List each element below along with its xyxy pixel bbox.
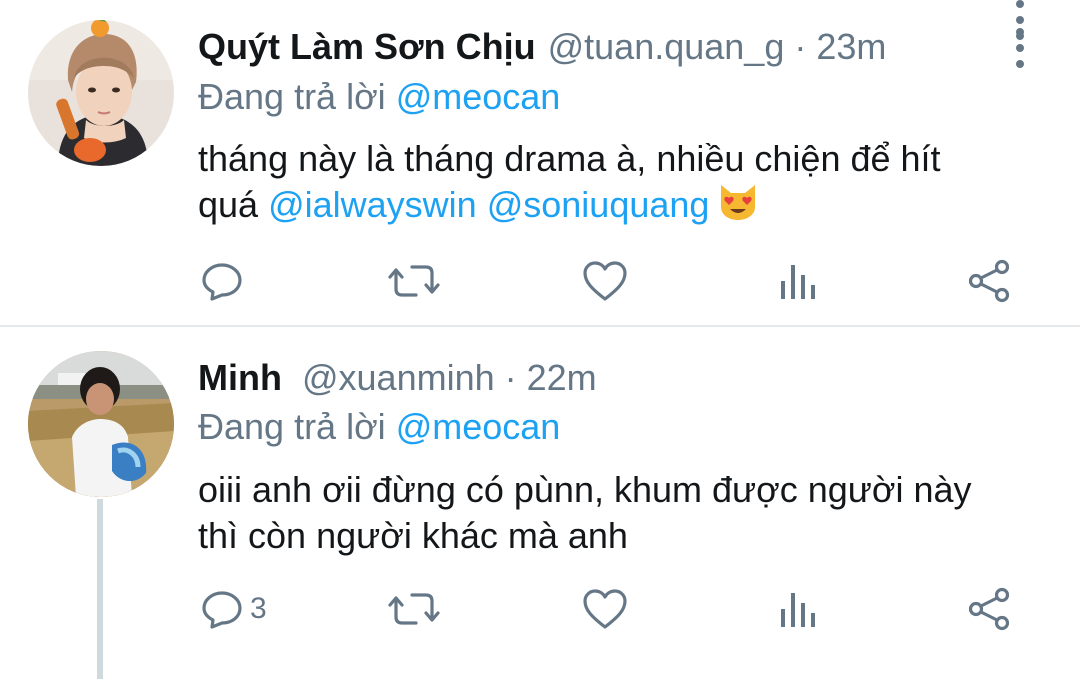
like-button[interactable] xyxy=(582,256,628,306)
tweet-text: oiii anh ơii đừng có pùnn, khum được ngư… xyxy=(198,467,1058,559)
share-icon xyxy=(966,259,1012,303)
author-handle[interactable]: @tuan.quan_g xyxy=(548,22,785,72)
author-name[interactable]: Quýt Làm Sơn Chịu xyxy=(198,22,536,72)
mention-link[interactable]: @soniuquang xyxy=(487,184,710,225)
reply-button[interactable] xyxy=(200,256,244,306)
retweet-button[interactable] xyxy=(388,584,440,634)
replying-prefix: Đang trả lời xyxy=(198,76,386,117)
tweet-header: Minh @xuanminh · 22m xyxy=(198,353,597,403)
timestamp[interactable]: 22m xyxy=(527,353,597,403)
replying-to: Đang trả lời @meocan xyxy=(198,402,560,452)
separator-dot: · xyxy=(794,26,807,67)
more-options-icon[interactable] xyxy=(1010,0,1030,40)
analytics-button[interactable] xyxy=(778,584,816,634)
retweet-icon xyxy=(388,259,440,303)
reply-icon xyxy=(200,259,244,303)
tweet-text-line: thì còn người khác mà anh xyxy=(198,515,628,556)
tweet-text-line: oiii anh ơii đừng có pùnn, khum được ngư… xyxy=(198,469,972,510)
mention-link[interactable]: @ialwayswin xyxy=(268,184,477,225)
retweet-button[interactable] xyxy=(388,256,440,306)
share-icon xyxy=(966,587,1012,631)
replying-to: Đang trả lời @meocan xyxy=(198,72,560,122)
retweet-icon xyxy=(388,587,440,631)
replying-mention[interactable]: @meocan xyxy=(396,406,561,447)
action-bar xyxy=(0,256,1080,306)
tweet-1[interactable]: Quýt Làm Sơn Chịu @tuan.quan_g · 23m Đan… xyxy=(0,0,1080,326)
timestamp[interactable]: 23m xyxy=(816,22,886,72)
avatar[interactable] xyxy=(28,20,174,166)
tweet-text-line: tháng này là tháng drama à, nhiều chiện … xyxy=(198,138,941,179)
tweet-text-line: quá @ialwayswin @soniuquang xyxy=(198,182,1058,232)
heart-icon xyxy=(582,259,628,303)
smiling-cat-heart-eyes-icon xyxy=(717,183,759,232)
reply-button[interactable]: 3 xyxy=(200,584,267,634)
share-button[interactable] xyxy=(966,584,1012,634)
tweet-text: tháng này là tháng drama à, nhiều chiện … xyxy=(198,136,1058,232)
share-button[interactable] xyxy=(966,256,1012,306)
tweet-text-word: quá xyxy=(198,184,259,225)
author-name[interactable]: Minh xyxy=(198,353,282,403)
author-handle[interactable]: @xuanminh xyxy=(302,353,495,403)
reply-icon xyxy=(200,587,244,631)
analytics-button[interactable] xyxy=(778,256,816,306)
separator-dot: · xyxy=(504,357,517,398)
action-bar: 3 xyxy=(0,584,1080,634)
replying-mention[interactable]: @meocan xyxy=(396,76,561,117)
replying-prefix: Đang trả lời xyxy=(198,406,386,447)
heart-icon xyxy=(582,587,628,631)
analytics-icon xyxy=(778,259,816,303)
reply-count: 3 xyxy=(250,592,267,625)
avatar[interactable] xyxy=(28,351,174,497)
analytics-icon xyxy=(778,587,816,631)
like-button[interactable] xyxy=(582,584,628,634)
tweet-header: Quýt Làm Sơn Chịu @tuan.quan_g · 23m xyxy=(198,22,886,72)
